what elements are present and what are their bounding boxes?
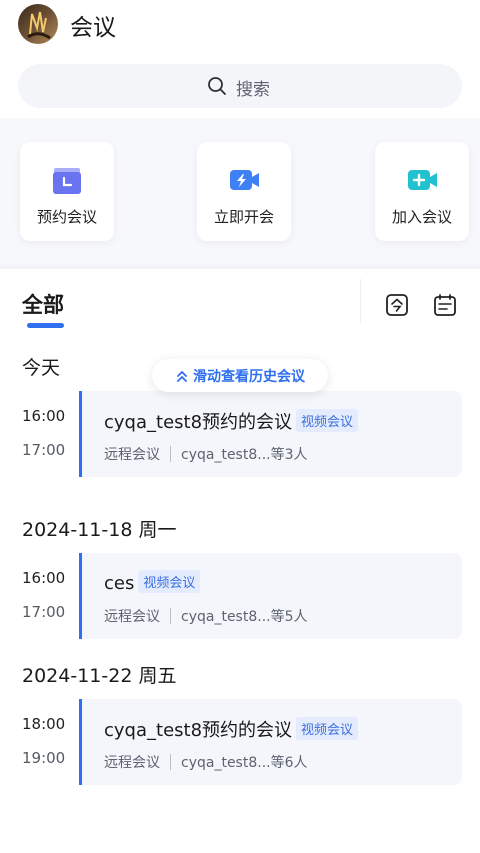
avatar-icon bbox=[27, 11, 51, 40]
search-bar[interactable]: 搜索 bbox=[18, 64, 462, 108]
meeting-end-time: 19:00 bbox=[22, 749, 66, 767]
meeting-subtitle: 远程会议 cyqa_test8...等3人 bbox=[104, 444, 308, 464]
meeting-location: 远程会议 bbox=[104, 755, 160, 771]
start-meeting-label: 立即开会 bbox=[213, 208, 274, 226]
app-header: 会议 bbox=[0, 0, 480, 52]
page-title: 会议 bbox=[70, 15, 116, 41]
meeting-start-time: 16:00 bbox=[22, 407, 66, 425]
history-hint-label: 滑动查看历史会议 bbox=[193, 368, 305, 385]
meeting-participants: cyqa_test8...等3人 bbox=[181, 447, 308, 463]
meeting-participants: cyqa_test8...等5人 bbox=[181, 609, 308, 625]
meeting-type-tag: 视频会议 bbox=[296, 409, 359, 432]
date-header: 2024-11-18 周一 bbox=[22, 519, 177, 541]
video-plus-icon bbox=[408, 170, 437, 190]
meeting-title: ces bbox=[104, 573, 135, 594]
meeting-type-tag: 视频会议 bbox=[296, 717, 359, 740]
meeting-title: cyqa_test8预约的会议 bbox=[104, 720, 293, 741]
search-icon bbox=[208, 77, 226, 95]
date-header: 今天 bbox=[22, 357, 61, 379]
meeting-subtitle: 远程会议 cyqa_test8...等6人 bbox=[104, 752, 308, 772]
schedule-meeting-button[interactable]: 预约会议 bbox=[20, 142, 114, 241]
start-meeting-button[interactable]: 立即开会 bbox=[197, 142, 291, 241]
separator bbox=[170, 446, 171, 462]
meeting-end-time: 17:00 bbox=[22, 603, 66, 621]
tab-active-indicator bbox=[27, 323, 64, 328]
date-header: 2024-11-22 周五 bbox=[22, 665, 177, 687]
join-meeting-button[interactable]: 加入会议 bbox=[375, 142, 469, 241]
meeting-title-row: ces 视频会议 bbox=[104, 570, 201, 594]
separator bbox=[170, 608, 171, 624]
meeting-start-time: 16:00 bbox=[22, 569, 66, 587]
avatar[interactable] bbox=[18, 4, 58, 44]
meeting-participants: cyqa_test8...等6人 bbox=[181, 755, 308, 771]
meeting-location: 远程会议 bbox=[104, 447, 160, 463]
calendar-icon[interactable] bbox=[433, 293, 457, 317]
filter-tab-bar: 全部 bbox=[0, 265, 480, 339]
meeting-subtitle: 远程会议 cyqa_test8...等5人 bbox=[104, 606, 308, 626]
video-lightning-icon bbox=[230, 170, 259, 190]
schedule-meeting-label: 预约会议 bbox=[36, 208, 97, 226]
meeting-card[interactable]: cyqa_test8预约的会议 视频会议 远程会议 cyqa_test8...等3人 bbox=[79, 391, 462, 477]
meeting-title-row: cyqa_test8预约的会议 视频会议 bbox=[104, 716, 359, 742]
separator bbox=[170, 754, 171, 770]
join-meeting-label: 加入会议 bbox=[391, 208, 452, 226]
today-icon[interactable] bbox=[385, 293, 409, 317]
meeting-title-row: cyqa_test8预约的会议 视频会议 bbox=[104, 408, 359, 434]
meeting-start-time: 18:00 bbox=[22, 715, 66, 733]
meeting-end-time: 17:00 bbox=[22, 441, 66, 459]
meeting-card[interactable]: ces 视频会议 远程会议 cyqa_test8...等5人 bbox=[79, 553, 462, 639]
history-hint-button[interactable]: 滑动查看历史会议 bbox=[152, 359, 328, 392]
meeting-card[interactable]: cyqa_test8预约的会议 视频会议 远程会议 cyqa_test8...等6人 bbox=[79, 699, 462, 785]
chevron-double-up-icon bbox=[177, 370, 187, 382]
tab-all[interactable]: 全部 bbox=[22, 289, 64, 319]
meeting-type-tag: 视频会议 bbox=[138, 570, 201, 593]
meeting-location: 远程会议 bbox=[104, 609, 160, 625]
search-placeholder: 搜索 bbox=[236, 80, 270, 100]
tab-divider bbox=[360, 279, 361, 323]
calendar-clock-icon bbox=[53, 168, 81, 194]
meeting-title: cyqa_test8预约的会议 bbox=[104, 412, 293, 433]
